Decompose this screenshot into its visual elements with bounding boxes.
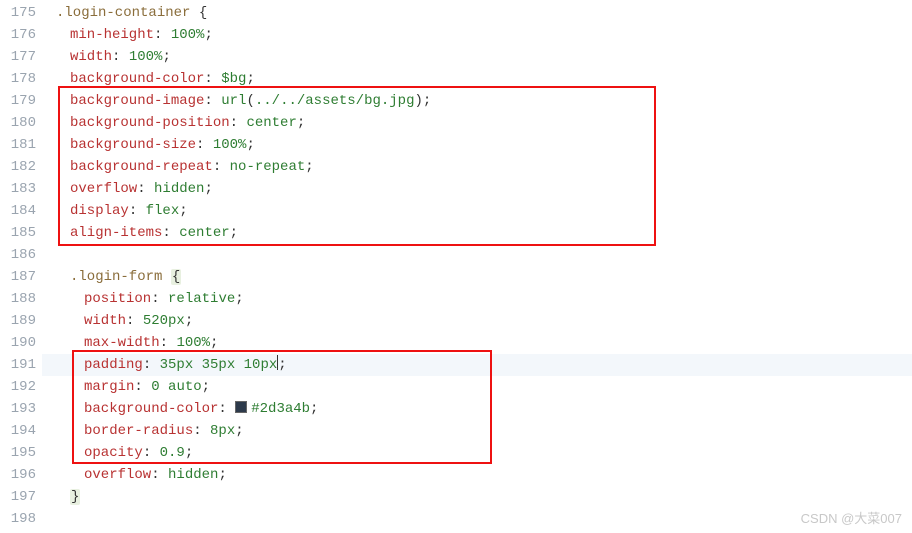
code-line: background-size: 100%;	[42, 134, 912, 156]
line-number: 180	[0, 112, 42, 134]
selector: .login-container	[56, 5, 190, 21]
code-line: max-width: 100%;	[42, 332, 912, 354]
code-line: .login-form {	[42, 266, 912, 288]
line-number: 187	[0, 266, 42, 288]
code-line: width: 100%;	[42, 46, 912, 68]
line-number: 181	[0, 134, 42, 156]
selector: .login-form	[70, 269, 162, 285]
code-line: }	[42, 486, 912, 508]
line-number: 189	[0, 310, 42, 332]
code-line: background-position: center;	[42, 112, 912, 134]
code-line: margin: 0 auto;	[42, 376, 912, 398]
code-content[interactable]: .login-container { min-height: 100%; wid…	[42, 0, 912, 533]
line-number: 184	[0, 200, 42, 222]
code-line: overflow: hidden;	[42, 178, 912, 200]
code-line: background-color: #2d3a4b;	[42, 398, 912, 420]
code-line-current: padding: 35px 35px 10px;	[42, 354, 912, 376]
code-editor: 1751761771781791801811821831841851861871…	[0, 0, 912, 533]
line-number: 198	[0, 508, 42, 530]
code-line-blank	[42, 508, 912, 530]
line-number: 195	[0, 442, 42, 464]
line-number: 178	[0, 68, 42, 90]
code-line: position: relative;	[42, 288, 912, 310]
code-line: align-items: center;	[42, 222, 912, 244]
watermark: CSDN @大菜007	[801, 508, 902, 527]
line-number: 193	[0, 398, 42, 420]
line-number: 185	[0, 222, 42, 244]
code-line: background-repeat: no-repeat;	[42, 156, 912, 178]
code-line: background-image: url(../../assets/bg.jp…	[42, 90, 912, 112]
line-number: 175	[0, 2, 42, 24]
code-line-blank	[42, 244, 912, 266]
line-number: 183	[0, 178, 42, 200]
line-number: 176	[0, 24, 42, 46]
line-number: 192	[0, 376, 42, 398]
line-number: 194	[0, 420, 42, 442]
code-line: border-radius: 8px;	[42, 420, 912, 442]
code-line: display: flex;	[42, 200, 912, 222]
code-line: width: 520px;	[42, 310, 912, 332]
code-line: min-height: 100%;	[42, 24, 912, 46]
line-number: 182	[0, 156, 42, 178]
line-number: 196	[0, 464, 42, 486]
code-line: overflow: hidden;	[42, 464, 912, 486]
line-number: 188	[0, 288, 42, 310]
color-swatch	[235, 401, 247, 413]
line-number: 179	[0, 90, 42, 112]
line-number: 197	[0, 486, 42, 508]
line-number: 177	[0, 46, 42, 68]
line-number: 190	[0, 332, 42, 354]
code-line: .login-container {	[42, 2, 912, 24]
code-line: background-color: $bg;	[42, 68, 912, 90]
line-number: 186	[0, 244, 42, 266]
code-line: opacity: 0.9;	[42, 442, 912, 464]
line-number: 191	[0, 354, 42, 376]
line-number-gutter: 1751761771781791801811821831841851861871…	[0, 0, 42, 533]
